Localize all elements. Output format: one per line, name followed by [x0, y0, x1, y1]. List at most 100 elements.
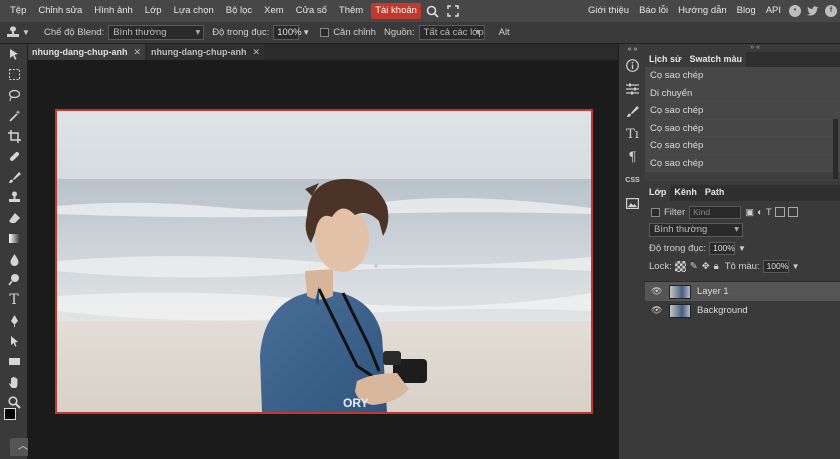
magic-wand-tool-icon[interactable]	[0, 106, 28, 127]
reddit-icon[interactable]: •	[786, 0, 804, 22]
fill-dropdown-icon[interactable]: ▼	[792, 262, 800, 271]
visibility-eye-icon[interactable]: 👁︎	[651, 286, 663, 297]
history-item[interactable]: Cọ sao chép	[645, 119, 840, 137]
paragraph-panel-icon[interactable]: ¶	[619, 146, 646, 169]
healing-tool-icon[interactable]	[0, 147, 28, 168]
filter-image-icon[interactable]: ▣	[745, 207, 754, 218]
panel-collapse-icon[interactable]: » «	[645, 44, 840, 52]
menu-image[interactable]: Hình ảnh	[88, 0, 139, 22]
alt-label: Alt	[498, 27, 510, 38]
history-item[interactable]: Di chuyển	[645, 84, 840, 102]
history-item[interactable]: Cọ sao chép	[645, 154, 840, 172]
filter-kind-select[interactable]: Kind	[689, 205, 742, 219]
image-canvas[interactable]: ORY	[55, 109, 593, 414]
lock-position-icon[interactable]: ✥	[702, 261, 710, 272]
source-select[interactable]: Tất cả các lớp	[418, 25, 485, 40]
canvas-area[interactable]: ORY	[28, 60, 618, 459]
facebook-icon[interactable]: f	[822, 0, 840, 22]
lock-label: Lock:	[649, 260, 672, 272]
layers-list: 👁︎ Layer 1 👁︎ Background	[645, 281, 840, 320]
crop-tool-icon[interactable]	[0, 126, 28, 147]
layer-blend-select[interactable]: Bình thường	[649, 223, 743, 237]
tab-channels[interactable]: Kênh	[670, 185, 701, 201]
menu-edit[interactable]: Chỉnh sửa	[32, 0, 88, 22]
marquee-tool-icon[interactable]	[0, 65, 28, 86]
type-tool-icon[interactable]: T	[0, 290, 28, 311]
pen-tool-icon[interactable]	[0, 311, 28, 332]
filter-smart-icon[interactable]	[787, 207, 798, 217]
menu-report-bug[interactable]: Báo lỗi	[634, 0, 673, 22]
history-scrollbar[interactable]	[833, 119, 838, 179]
align-label: Căn chỉnh	[333, 27, 376, 38]
tab-paths[interactable]: Path	[701, 185, 729, 201]
filter-adjust-icon[interactable]: ◐	[757, 207, 763, 218]
align-checkbox[interactable]	[320, 28, 330, 37]
blur-tool-icon[interactable]	[0, 249, 28, 270]
history-item[interactable]: Cọ sao chép	[645, 137, 840, 155]
opacity-dropdown-icon[interactable]: ▼	[302, 28, 310, 37]
layer-row[interactable]: 👁︎ Background	[645, 301, 840, 320]
doc-tab-1[interactable]: nhung-dang-chup-anh ✕	[28, 44, 146, 60]
fullscreen-icon[interactable]	[443, 0, 463, 22]
foreground-color-swatch[interactable]	[4, 408, 16, 420]
close-icon[interactable]: ✕	[133, 47, 141, 57]
menu-bar: Tệp Chỉnh sửa Hình ảnh Lớp Lựa chọn Bộ l…	[0, 0, 840, 22]
layer-options: Filter Kind ▣ ◐ T Bình thường Độ trong đ…	[645, 201, 840, 279]
menu-filter[interactable]: Bộ lọc	[220, 0, 258, 22]
doc-tab-2[interactable]: nhung-dang-chup-anh ✕	[147, 44, 265, 60]
image-panel-icon[interactable]	[619, 192, 646, 215]
menu-select[interactable]: Lựa chọn	[168, 0, 220, 22]
blend-mode-select[interactable]: Bình thường	[108, 25, 205, 40]
beach-photo: ORY	[57, 111, 591, 412]
path-select-tool-icon[interactable]	[0, 331, 28, 352]
visibility-eye-icon[interactable]: 👁︎	[651, 305, 663, 316]
move-tool-icon[interactable]	[0, 44, 28, 65]
fill-input[interactable]: 100%	[762, 259, 789, 273]
opacity-input[interactable]: 100%	[273, 25, 302, 40]
lock-transparency-icon[interactable]	[674, 260, 686, 272]
gradient-tool-icon[interactable]	[0, 229, 28, 250]
tab-layers[interactable]: Lớp	[645, 185, 671, 201]
menu-view[interactable]: Xem	[258, 0, 290, 22]
menu-guide[interactable]: Hướng dẫn	[673, 0, 732, 22]
character-panel-icon[interactable]: Tı	[619, 123, 646, 146]
lock-all-icon[interactable]: 🔒︎	[714, 261, 719, 272]
filter-checkbox[interactable]	[651, 207, 660, 217]
tab-history[interactable]: Lịch sử	[645, 52, 686, 67]
history-item[interactable]: Cọ sao chép	[645, 67, 840, 85]
tab-swatches[interactable]: Swatch màu	[685, 52, 747, 67]
menu-api[interactable]: API	[761, 0, 786, 22]
menu-account[interactable]: Tài khoản	[371, 3, 421, 19]
brush-tool-icon[interactable]	[0, 167, 28, 188]
collapse-arrows-icon[interactable]: « »	[619, 44, 646, 54]
rectangle-tool-icon[interactable]	[0, 352, 28, 373]
lock-pixels-icon[interactable]: ✎	[690, 261, 698, 272]
search-icon[interactable]	[423, 0, 443, 22]
menu-blog[interactable]: Blog	[732, 0, 761, 22]
lasso-tool-icon[interactable]	[0, 85, 28, 106]
adjustments-icon[interactable]	[619, 77, 646, 100]
layer-row[interactable]: 👁︎ Layer 1	[645, 282, 840, 301]
clone-stamp-preset[interactable]: ▼	[6, 26, 34, 39]
layer-opacity-input[interactable]: 100%	[709, 241, 736, 255]
menu-layer[interactable]: Lớp	[139, 0, 168, 22]
layer-opacity-dropdown-icon[interactable]: ▼	[738, 244, 746, 253]
twitter-icon[interactable]	[804, 0, 822, 22]
history-item[interactable]: Cọ sao chép	[645, 102, 840, 120]
menu-file[interactable]: Tệp	[4, 0, 32, 22]
info-icon[interactable]	[619, 54, 646, 77]
filter-shape-icon[interactable]	[774, 207, 785, 217]
opacity-label: Độ trong đục:	[212, 27, 270, 38]
hand-tool-icon[interactable]	[0, 372, 28, 393]
close-icon[interactable]: ✕	[253, 47, 261, 57]
brush-panel-icon[interactable]	[619, 100, 646, 123]
layer-opacity-label: Độ trong đục:	[649, 242, 707, 254]
dodge-tool-icon[interactable]	[0, 270, 28, 291]
menu-window[interactable]: Cửa sổ	[290, 0, 333, 22]
filter-type-icon[interactable]: T	[766, 207, 772, 218]
menu-more[interactable]: Thêm	[333, 0, 369, 22]
eraser-tool-icon[interactable]	[0, 208, 28, 229]
css-panel-icon[interactable]: CSS	[619, 169, 646, 192]
clone-stamp-tool-icon[interactable]	[0, 188, 28, 209]
menu-about[interactable]: Giới thiệu	[583, 0, 634, 22]
